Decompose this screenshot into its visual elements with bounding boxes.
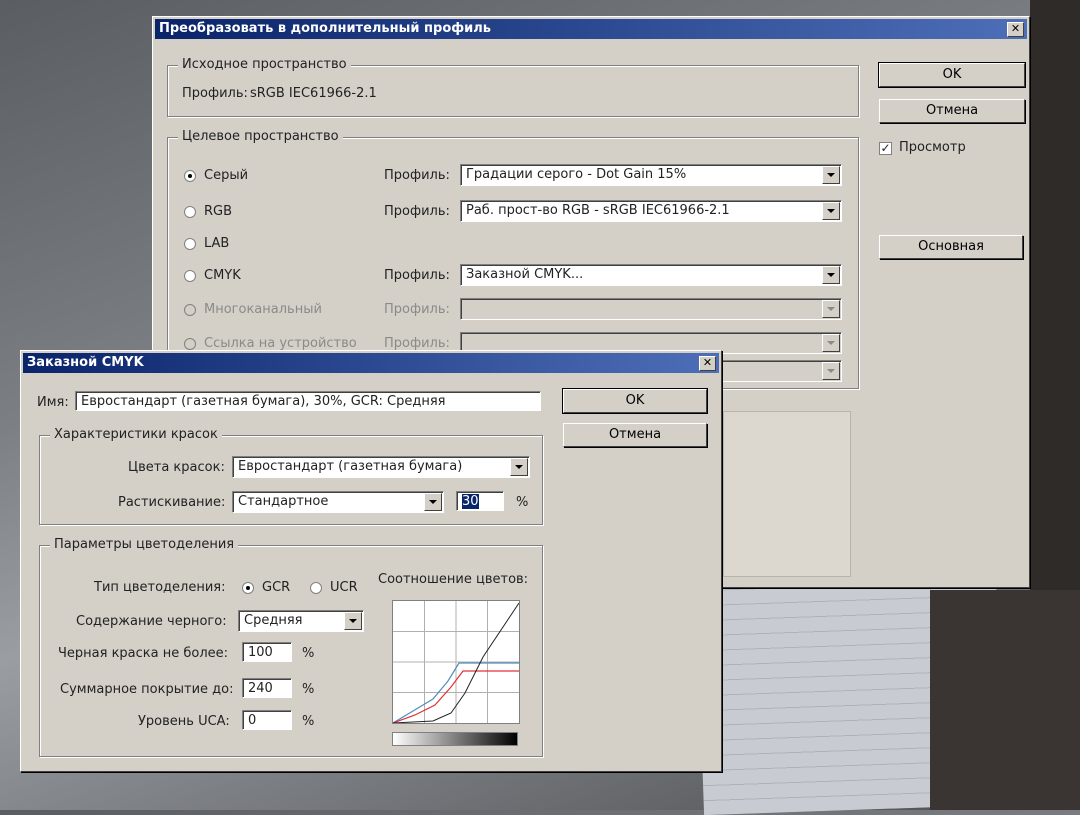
desk-background-dark-lower xyxy=(930,590,1080,810)
mode-radio-2[interactable] xyxy=(184,238,196,250)
total-ink-limit-unit: % xyxy=(302,682,315,697)
ink-colors-label: Цвета красок: xyxy=(128,460,225,475)
target-profile-label-2: Профиль: xyxy=(384,268,450,283)
total-ink-limit-label: Суммарное покрытие до: xyxy=(60,682,234,697)
basic-button[interactable]: Основная xyxy=(879,235,1023,259)
chevron-down-icon[interactable] xyxy=(822,266,840,284)
uca-amount-unit: % xyxy=(302,714,315,729)
ink-options-title: Характеристики красок xyxy=(50,427,222,442)
target-profile-select-1[interactable]: Раб. прост-во RGB - sRGB IEC61966-2.1 xyxy=(460,200,842,222)
chevron-down-icon xyxy=(822,334,840,352)
dot-gain-unit: % xyxy=(516,495,529,510)
target-profile-label-0: Профиль: xyxy=(384,168,450,183)
ok-button[interactable]: OK xyxy=(878,62,1026,88)
ink-options-group: Характеристики красок Цвета красок: Евро… xyxy=(39,427,543,525)
target-profile-label-4: Профиль: xyxy=(384,336,450,351)
mode-radio-1[interactable] xyxy=(184,206,196,218)
target-profile-select-3 xyxy=(460,298,842,320)
close-icon[interactable]: ✕ xyxy=(1007,22,1024,37)
close-icon[interactable]: ✕ xyxy=(699,356,716,371)
target-profile-value-1: Раб. прост-во RGB - sRGB IEC61966-2.1 xyxy=(466,203,730,218)
ucr-radio[interactable] xyxy=(310,582,322,594)
ucr-label: UCR xyxy=(330,580,358,595)
chevron-down-icon[interactable] xyxy=(510,458,528,476)
mode-label-4: Многоканальный xyxy=(204,302,322,317)
gcr-radio[interactable] xyxy=(242,582,254,594)
target-profile-select-0[interactable]: Градации серого - Dot Gain 15% xyxy=(460,164,842,186)
name-field[interactable]: Евростандарт (газетная бумага), 30%, GCR… xyxy=(75,391,541,411)
cmyk-ok-button[interactable]: OK xyxy=(562,388,708,414)
chevron-down-icon[interactable] xyxy=(424,493,442,511)
dot-gain-amount-field[interactable]: 30 xyxy=(456,491,504,511)
advanced-panel-area xyxy=(723,411,851,577)
target-profile-value-2: Заказной CMYK... xyxy=(466,267,584,282)
separation-options-title: Параметры цветоделения xyxy=(50,537,239,552)
dot-gain-value: Стандартное xyxy=(238,494,329,509)
chevron-down-icon xyxy=(822,362,840,380)
target-space-title: Целевое пространство xyxy=(178,129,343,144)
mode-radio-5 xyxy=(184,338,196,350)
graph-grid xyxy=(393,601,519,723)
black-ink-limit-field[interactable]: 100 xyxy=(242,642,292,662)
mode-label-2: LAB xyxy=(204,236,230,251)
total-ink-limit-field[interactable]: 240 xyxy=(242,678,292,698)
uca-amount-label: Уровень UCA: xyxy=(138,714,230,729)
cmyk-cancel-button[interactable]: Отмена xyxy=(563,423,707,447)
source-profile-label: Профиль: xyxy=(182,86,248,101)
chevron-down-icon[interactable] xyxy=(822,202,840,220)
target-profile-label-1: Профиль: xyxy=(384,204,450,219)
preview-checkbox[interactable]: ✓ xyxy=(879,142,892,155)
chevron-down-icon xyxy=(822,300,840,318)
black-ink-limit-label: Черная краска не более: xyxy=(58,646,229,661)
gcr-label: GCR xyxy=(262,580,291,595)
separation-options-group: Параметры цветоделения Тип цветоделения:… xyxy=(39,537,543,757)
dot-gain-label: Растискивание: xyxy=(118,495,226,510)
black-generation-value: Средняя xyxy=(244,613,303,628)
black-generation-select[interactable]: Средняя xyxy=(238,610,364,632)
name-label: Имя: xyxy=(37,395,69,410)
dot-gain-select[interactable]: Стандартное xyxy=(232,491,444,513)
chevron-down-icon[interactable] xyxy=(822,166,840,184)
convert-profile-titlebar: Преобразовать в дополнительный профиль ✕ xyxy=(155,19,1027,39)
preview-label: Просмотр xyxy=(899,140,966,155)
target-profile-label-3: Профиль: xyxy=(384,302,450,317)
chevron-down-icon[interactable] xyxy=(344,612,362,630)
graph-label: Соотношение цветов: xyxy=(378,572,529,587)
mode-radio-3[interactable] xyxy=(184,270,196,282)
ink-colors-select[interactable]: Евростандарт (газетная бумага) xyxy=(232,456,530,478)
custom-cmyk-titlebar: Заказной CMYK ✕ xyxy=(23,353,719,373)
mode-label-5: Ссылка на устройство xyxy=(204,336,357,351)
custom-cmyk-dialog: Заказной CMYK ✕ Имя: Евростандарт (газет… xyxy=(20,350,722,772)
uca-amount-field[interactable]: 0 xyxy=(242,710,292,730)
mode-label-3: CMYK xyxy=(204,268,241,283)
ink-colors-value: Евростандарт (газетная бумага) xyxy=(238,459,463,474)
black-ink-limit-unit: % xyxy=(302,646,315,661)
target-profile-select-2[interactable]: Заказной CMYK... xyxy=(460,264,842,286)
mode-label-0: Серый xyxy=(204,168,249,183)
source-space-group: Исходное пространство Профиль: sRGB IEC6… xyxy=(167,57,859,117)
mode-label-1: RGB xyxy=(204,204,233,219)
dot-gain-amount-value: 30 xyxy=(462,494,479,509)
source-space-title: Исходное пространство xyxy=(178,57,351,72)
convert-profile-title: Преобразовать в дополнительный профиль xyxy=(159,21,491,36)
source-profile-value: sRGB IEC61966-2.1 xyxy=(250,86,377,101)
gray-gradient-bar xyxy=(392,732,518,746)
cancel-button[interactable]: Отмена xyxy=(879,99,1025,123)
mode-radio-0[interactable] xyxy=(184,170,196,182)
custom-cmyk-title: Заказной CMYK xyxy=(27,355,144,370)
gray-ramp-svg xyxy=(392,601,520,724)
gray-ramp-graph xyxy=(392,600,520,724)
mode-radio-4 xyxy=(184,304,196,316)
black-generation-label: Содержание черного: xyxy=(76,614,227,629)
target-profile-value-0: Градации серого - Dot Gain 15% xyxy=(466,167,687,182)
separation-type-label: Тип цветоделения: xyxy=(94,580,226,595)
